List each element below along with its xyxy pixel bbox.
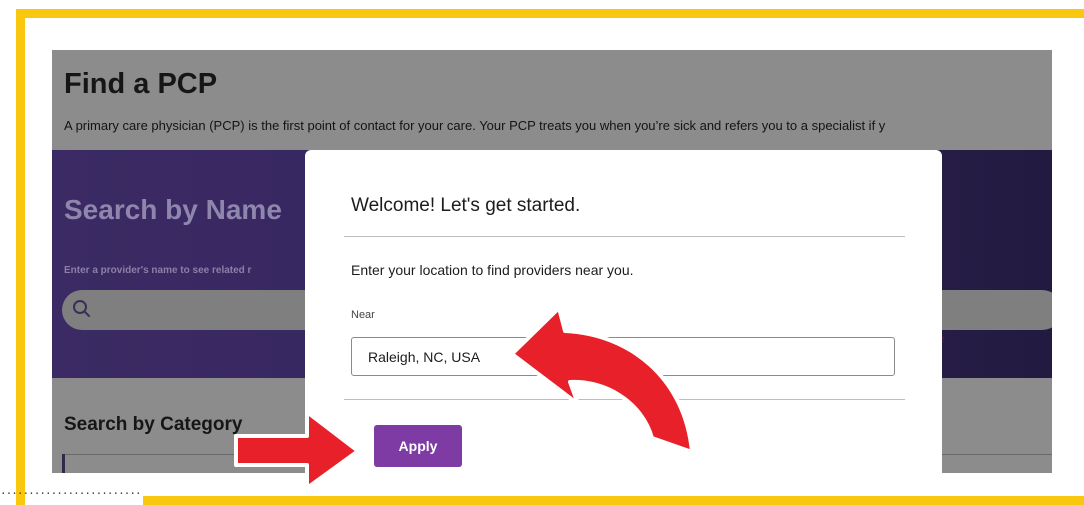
dotted-line: ........................................… [0,484,140,497]
search-by-name-heading: Search by Name [64,194,282,225]
page-description: A primary care physician (PCP) is the fi… [64,118,886,133]
category-tab-marker [62,454,65,473]
frame-border-top [16,9,1084,18]
near-label: Near [351,309,375,321]
apply-button[interactable]: Apply [374,425,462,467]
search-icon [72,299,92,324]
search-by-name-hint: Enter a provider's name to see related r [64,265,252,276]
modal-title: Welcome! Let's get started. [351,195,581,216]
location-input[interactable] [351,337,895,376]
page-header: Find a PCP A primary care physician (PCP… [52,50,1052,150]
modal-divider-bottom [344,399,905,400]
modal-divider-top [344,236,905,237]
search-by-category-heading: Search by Category [64,414,243,435]
welcome-modal: Welcome! Let's get started. Enter your l… [305,150,942,473]
frame-border-bottom [143,496,1084,505]
modal-description: Enter your location to find providers ne… [351,262,634,278]
frame-border-left [16,9,25,505]
page-title: Find a PCP [64,68,218,100]
